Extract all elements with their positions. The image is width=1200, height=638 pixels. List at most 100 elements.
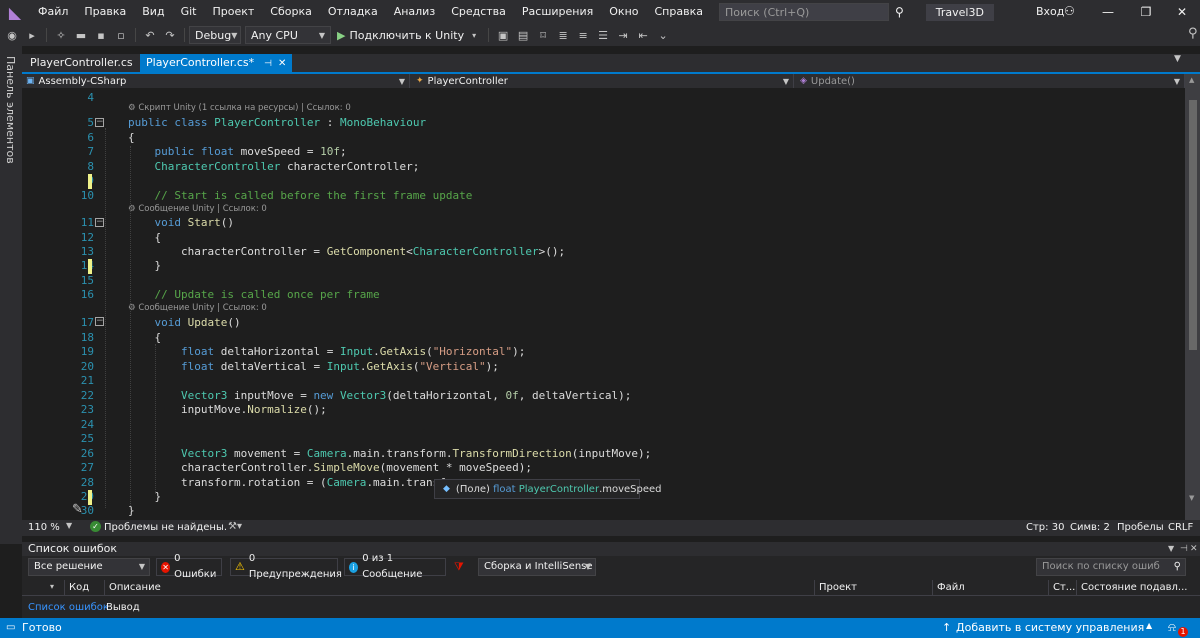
new-project-icon[interactable]: ✧ bbox=[53, 27, 69, 43]
column-project[interactable]: Проект bbox=[814, 580, 932, 596]
login-link[interactable]: Вход bbox=[1036, 0, 1064, 24]
code-line[interactable]: void Start() bbox=[128, 216, 235, 229]
menu-window[interactable]: Окно bbox=[601, 0, 646, 24]
panel-pin-icon[interactable]: ⊣ bbox=[1180, 542, 1188, 556]
search-icon[interactable]: ⚲ bbox=[895, 5, 904, 19]
code-line[interactable]: { bbox=[128, 131, 135, 144]
line-ending-indicator[interactable]: CRLF bbox=[1168, 522, 1193, 533]
tab-error-list[interactable]: Список ошибок bbox=[28, 602, 109, 613]
tab-playercontroller-modified[interactable]: PlayerController.cs* ⊣ ✕ bbox=[140, 54, 293, 72]
codelens-class[interactable]: ⚙ Скрипт Unity (1 ссылка на ресурсы) | С… bbox=[128, 103, 351, 113]
attach-to-unity-button[interactable]: ▶ Подключить к Unity bbox=[337, 29, 464, 42]
codelens-start[interactable]: ⚙ Сообщение Unity | Ссылок: 0 bbox=[128, 204, 267, 214]
error-search-input[interactable]: Поиск по списку ошиб ⚲ bbox=[1036, 558, 1186, 576]
filter-icon[interactable]: ⧩ bbox=[454, 560, 464, 574]
toolbox-tab[interactable]: Панель элементов bbox=[4, 56, 17, 164]
back-icon[interactable]: ◉ bbox=[4, 27, 20, 43]
open-folder-icon[interactable]: ▬ bbox=[73, 27, 89, 43]
configuration-select[interactable]: Debug ▼ bbox=[189, 26, 241, 44]
code-line[interactable]: Vector3 inputMove = new Vector3(deltaHor… bbox=[128, 389, 631, 402]
member-select[interactable]: ◈ Update() ▼ bbox=[796, 74, 1185, 88]
vertical-scrollbar[interactable]: ▲ ▼ bbox=[1185, 74, 1200, 520]
menu-build[interactable]: Сборка bbox=[262, 0, 320, 24]
scroll-up-icon[interactable]: ▲ bbox=[1189, 76, 1194, 84]
undo-icon[interactable]: ↶ bbox=[142, 27, 158, 43]
save-all-icon[interactable]: ▫ bbox=[113, 27, 129, 43]
minimize-button[interactable]: — bbox=[1088, 0, 1128, 24]
code-line[interactable]: inputMove.Normalize(); bbox=[128, 403, 327, 416]
menu-git[interactable]: Git bbox=[173, 0, 205, 24]
code-line[interactable]: transform.rotation = (Camera.main.transf… bbox=[128, 476, 486, 489]
errors-filter[interactable]: ✕ 0 Ошибки bbox=[156, 553, 222, 580]
outdent-icon[interactable]: ⇤ bbox=[635, 27, 651, 43]
global-search-input[interactable]: Поиск (Ctrl+Q) bbox=[718, 3, 889, 21]
code-line[interactable]: } bbox=[128, 490, 161, 503]
run-dropdown-icon[interactable]: ▾ bbox=[466, 27, 482, 43]
type-select[interactable]: ✦ PlayerController ▼ bbox=[412, 74, 794, 88]
maximize-button[interactable]: ❐ bbox=[1126, 0, 1166, 24]
column-sort-icon[interactable]: ▾ bbox=[50, 582, 54, 591]
scroll-down-icon[interactable]: ▼ bbox=[1189, 494, 1194, 502]
menu-debug[interactable]: Отладка bbox=[320, 0, 386, 24]
build-filter-select[interactable]: Сборка и IntelliSense ▼ bbox=[478, 558, 596, 576]
code-line[interactable]: Vector3 movement = Camera.main.transform… bbox=[128, 447, 651, 460]
code-line[interactable]: } bbox=[128, 259, 161, 272]
codelens-update[interactable]: ⚙ Сообщение Unity | Ссылок: 0 bbox=[128, 303, 267, 313]
close-button[interactable]: ✕ bbox=[1162, 0, 1200, 24]
tabs-dropdown-icon[interactable]: ▼ bbox=[1174, 54, 1181, 64]
code-cleanup-icon[interactable]: ⚒▾ bbox=[228, 521, 242, 532]
scope-select[interactable]: Все решение ▼ bbox=[28, 558, 150, 576]
column-file[interactable]: Файл bbox=[932, 580, 1048, 596]
notification-bell-icon[interactable]: ⍾ bbox=[1168, 620, 1176, 635]
indent-icon[interactable]: ⇥ bbox=[615, 27, 631, 43]
forward-icon[interactable]: ▸ bbox=[24, 27, 40, 43]
menu-help[interactable]: Справка bbox=[647, 0, 711, 24]
fold-toggle-update[interactable]: − bbox=[95, 317, 104, 326]
fold-toggle-start[interactable]: − bbox=[95, 218, 104, 227]
code-line[interactable]: // Start is called before the first fram… bbox=[128, 189, 472, 202]
code-line[interactable]: float deltaHorizontal = Input.GetAxis("H… bbox=[128, 345, 525, 358]
column-description[interactable]: Описание bbox=[104, 580, 814, 596]
code-line[interactable]: { bbox=[128, 231, 161, 244]
code-line[interactable]: CharacterController characterController; bbox=[128, 160, 420, 173]
messages-filter[interactable]: i 0 из 1 Сообщение bbox=[344, 553, 446, 580]
zoom-level[interactable]: 110 % bbox=[28, 522, 60, 533]
menu-file[interactable]: Файл bbox=[30, 0, 76, 24]
source-control-dropdown-icon[interactable]: ▲ bbox=[1146, 621, 1152, 630]
screenshot-icon[interactable]: ▤ bbox=[515, 27, 531, 43]
menu-edit[interactable]: Правка bbox=[76, 0, 134, 24]
menu-project[interactable]: Проект bbox=[204, 0, 262, 24]
scroll-thumb[interactable] bbox=[1189, 100, 1197, 350]
project-scope-select[interactable]: ▣ Assembly-CSharp ▼ bbox=[22, 74, 410, 88]
code-line[interactable]: float deltaVertical = Input.GetAxis("Ver… bbox=[128, 360, 499, 373]
platform-select[interactable]: Any CPU ▼ bbox=[245, 26, 331, 44]
menu-analyze[interactable]: Анализ bbox=[386, 0, 444, 24]
column-line[interactable]: Ст... bbox=[1048, 580, 1076, 596]
user-icon[interactable]: ⚇ bbox=[1064, 4, 1075, 18]
search-icon[interactable]: ⚲ bbox=[1174, 559, 1181, 575]
menu-tools[interactable]: Средства bbox=[443, 0, 514, 24]
pin-icon[interactable]: ⊣ bbox=[264, 59, 272, 69]
menu-extensions[interactable]: Расширения bbox=[514, 0, 601, 24]
save-icon[interactable]: ▪ bbox=[93, 27, 109, 43]
toolbar-overflow-icon[interactable]: ⌄ bbox=[655, 27, 671, 43]
code-line[interactable]: characterController.SimpleMove(movement … bbox=[128, 461, 532, 474]
format-icon[interactable]: ≣ bbox=[555, 27, 571, 43]
code-line[interactable]: } bbox=[128, 504, 135, 517]
source-control-link[interactable]: Добавить в систему управления версиями bbox=[956, 621, 1200, 638]
tab-output[interactable]: Вывод bbox=[106, 602, 140, 613]
bookmark-icon[interactable]: ⌑ bbox=[535, 27, 551, 43]
panel-dropdown-icon[interactable]: ▼ bbox=[1168, 542, 1174, 556]
zoom-dropdown-icon[interactable]: ▼ bbox=[66, 521, 72, 530]
code-editor[interactable]: 4 5 public class PlayerController : MonoBe… bbox=[22, 88, 1185, 520]
live-share-icon[interactable]: ⚲ bbox=[1188, 26, 1198, 41]
issues-status[interactable]: Проблемы не найдены. bbox=[104, 522, 227, 533]
code-line[interactable]: public float moveSpeed = 10f; bbox=[128, 145, 347, 158]
code-line[interactable]: public class PlayerController : MonoBeha… bbox=[128, 116, 426, 129]
close-tab-icon[interactable]: ✕ bbox=[278, 58, 286, 69]
debug-target-icon[interactable]: ▣ bbox=[495, 27, 511, 43]
menu-view[interactable]: Вид bbox=[134, 0, 172, 24]
redo-icon[interactable]: ↷ bbox=[162, 27, 178, 43]
panel-close-icon[interactable]: ✕ bbox=[1190, 542, 1198, 556]
code-line[interactable]: void Update() bbox=[128, 316, 241, 329]
